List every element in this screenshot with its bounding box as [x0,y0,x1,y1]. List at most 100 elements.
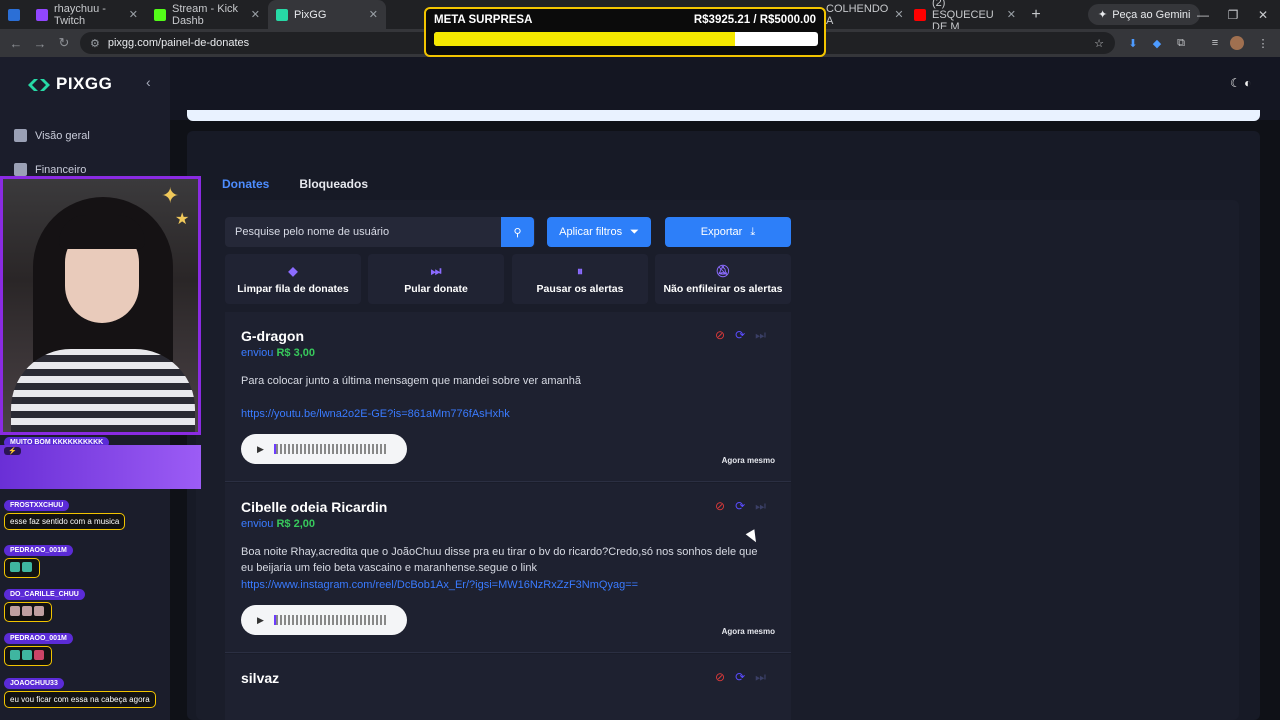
media-icon[interactable]: ≡ [1206,34,1224,52]
tab-pinned[interactable] [0,0,28,29]
stream-chat: DO_CARILLE_CHUU [4,589,85,622]
tab-title: PixGG [294,8,327,21]
browser-tab[interactable]: rhaychuu - Twitch ✕ [28,0,146,29]
block-icon[interactable]: ⊘ [715,670,725,685]
profile-avatar[interactable] [1230,36,1244,50]
menu-icon[interactable]: ⋮ [1254,34,1272,52]
webcam-person-bangs [59,215,145,249]
pause-alerts-button[interactable]: ⏸ Pausar os alertas [512,254,648,304]
bookmark-star-icon[interactable]: ☆ [1090,34,1108,52]
kick-icon [154,8,166,21]
browser-tab[interactable]: COLHENDO A ✕ [826,0,906,29]
apply-filters-button[interactable]: Aplicar filtros ⏷ [547,217,651,247]
alert-badge-icon: ⚡ [4,447,21,455]
action-label: Pausar os alertas [536,283,624,295]
export-button[interactable]: Exportar ⤓ [665,217,791,247]
tab-title: Stream - Kick Dashb [172,2,239,27]
pinned-tab-icon [8,8,20,21]
emote-icon [34,606,44,616]
skip-donate-button[interactable]: ⏭ Pular donate [368,254,504,304]
skip-icon[interactable]: ⏭ [755,670,766,685]
button-label: Aplicar filtros [559,226,623,238]
site-info-icon[interactable]: ⚙ [90,37,100,50]
tab-donates[interactable]: Donates [222,177,269,191]
close-window-icon[interactable]: ✕ [1248,0,1278,29]
browser-tab[interactable]: Stream - Kick Dashb ✕ [146,0,268,29]
theme-toggle-icon[interactable]: ☾ ◐ [1230,76,1251,90]
play-icon[interactable]: ▶ [257,615,264,626]
chat-username: JOAOCHUU33 [4,678,64,689]
replay-icon[interactable]: ⟳ [735,670,745,685]
replay-icon[interactable]: ⟳ [735,499,745,514]
sidebar-item-overview[interactable]: Visão geral [14,129,90,142]
close-tab-icon[interactable]: ✕ [129,8,138,21]
donate-item: G-dragon enviou R$ 3,00 ⊘ ⟳ ⏭ Para coloc… [225,312,791,482]
sidebar-item-financial[interactable]: Financeiro [14,163,86,176]
emote-icon [10,562,20,572]
goal-progress-fill [434,32,736,46]
minimize-icon[interactable]: — [1188,0,1218,29]
forward-icon[interactable]: → [28,31,52,55]
webcam-person-shirt [11,349,195,432]
donate-amount: R$ 2,00 [276,518,316,530]
close-tab-icon[interactable]: ✕ [369,8,378,21]
chat-username: PEDRAOO_001M [4,545,73,556]
donate-message: Boa noite Rhay,acredita que o JoãoChuu d… [241,546,758,574]
gemini-button[interactable]: ✦ Peça ao Gemini [1088,4,1201,25]
reload-icon[interactable]: ↻ [52,31,76,55]
tabs: Donates Bloqueados [222,177,368,191]
donate-link[interactable]: https://youtu.be/lwna2o2E-GE?is=861aMm77… [241,408,510,420]
collapse-sidebar-icon[interactable]: ‹ [146,74,151,90]
dont-queue-alerts-button[interactable]: 🔕︎ Não enfileirar os alertas [655,254,791,304]
chat-emotes [4,646,52,666]
download-icon: ⤓ [750,225,756,238]
audio-waveform[interactable] [273,615,386,625]
chat-emotes [4,558,40,578]
search-icon: ⚲ [513,226,522,239]
goal-progress-bar [434,32,818,46]
tab-blocked[interactable]: Bloqueados [299,177,368,191]
replay-icon[interactable]: ⟳ [735,328,745,343]
block-icon[interactable]: ⊘ [715,328,725,343]
close-tab-icon[interactable]: ✕ [251,8,260,21]
logo[interactable]: PIXGG [28,74,112,94]
clear-queue-button[interactable]: ◆ Limpar fila de donates [225,254,361,304]
chat-message: esse faz sentido com a musica [4,513,126,530]
play-icon[interactable]: ▶ [257,444,264,455]
restore-icon[interactable]: ❐ [1218,0,1248,29]
skip-icon[interactable]: ⏭ [755,499,766,514]
chat-message: eu vou ficar com essa na cabeça agora [4,691,156,708]
chat-username: FROSTXXCHUU [4,500,70,511]
new-tab-button[interactable]: + [1024,6,1048,24]
chat-username: PEDRAOO_001M [4,633,73,644]
search-button[interactable]: ⚲ [501,217,534,247]
browser-tab-active[interactable]: PixGG ✕ [268,0,386,29]
action-label: Limpar fila de donates [237,283,349,295]
close-tab-icon[interactable]: ✕ [1007,8,1016,21]
block-icon[interactable]: ⊘ [715,499,725,514]
donate-actions: ⊘ ⟳ ⏭ [715,328,766,343]
download-icon[interactable]: ⬇ [1124,34,1142,52]
search-input[interactable]: Pesquise pelo nome de usuário [225,217,535,247]
browser-tab[interactable]: (2) ESQUECEU DE M ✕ [906,0,1024,33]
youtube-icon [914,8,926,21]
close-tab-icon[interactable]: ✕ [894,8,903,21]
donate-item: silvaz ⊘ ⟳ ⏭ [225,654,791,720]
donate-link[interactable]: https://www.instagram.com/reel/DcBob1Ax_… [241,579,638,591]
gemini-icon: ✦ [1098,9,1108,21]
audio-player[interactable]: ▶ [241,605,407,635]
puzzle-icon[interactable]: ⧉ [1172,34,1190,52]
back-icon[interactable]: ← [4,31,28,55]
emote-icon [10,606,20,616]
extension-icon[interactable]: ◆ [1148,34,1166,52]
star-icon: ✦ [161,183,180,208]
skip-icon[interactable]: ⏭ [755,328,766,343]
audio-waveform[interactable] [273,444,386,454]
donor-name: Cibelle odeia Ricardin [241,499,388,515]
gemini-label: Peça ao Gemini [1112,8,1191,21]
audio-player[interactable]: ▶ [241,434,407,464]
donor-name: silvaz [241,670,280,686]
filter-icon: ⏷ [630,225,639,238]
emote-icon [34,650,44,660]
alert-banner: ⚡ [0,445,201,489]
